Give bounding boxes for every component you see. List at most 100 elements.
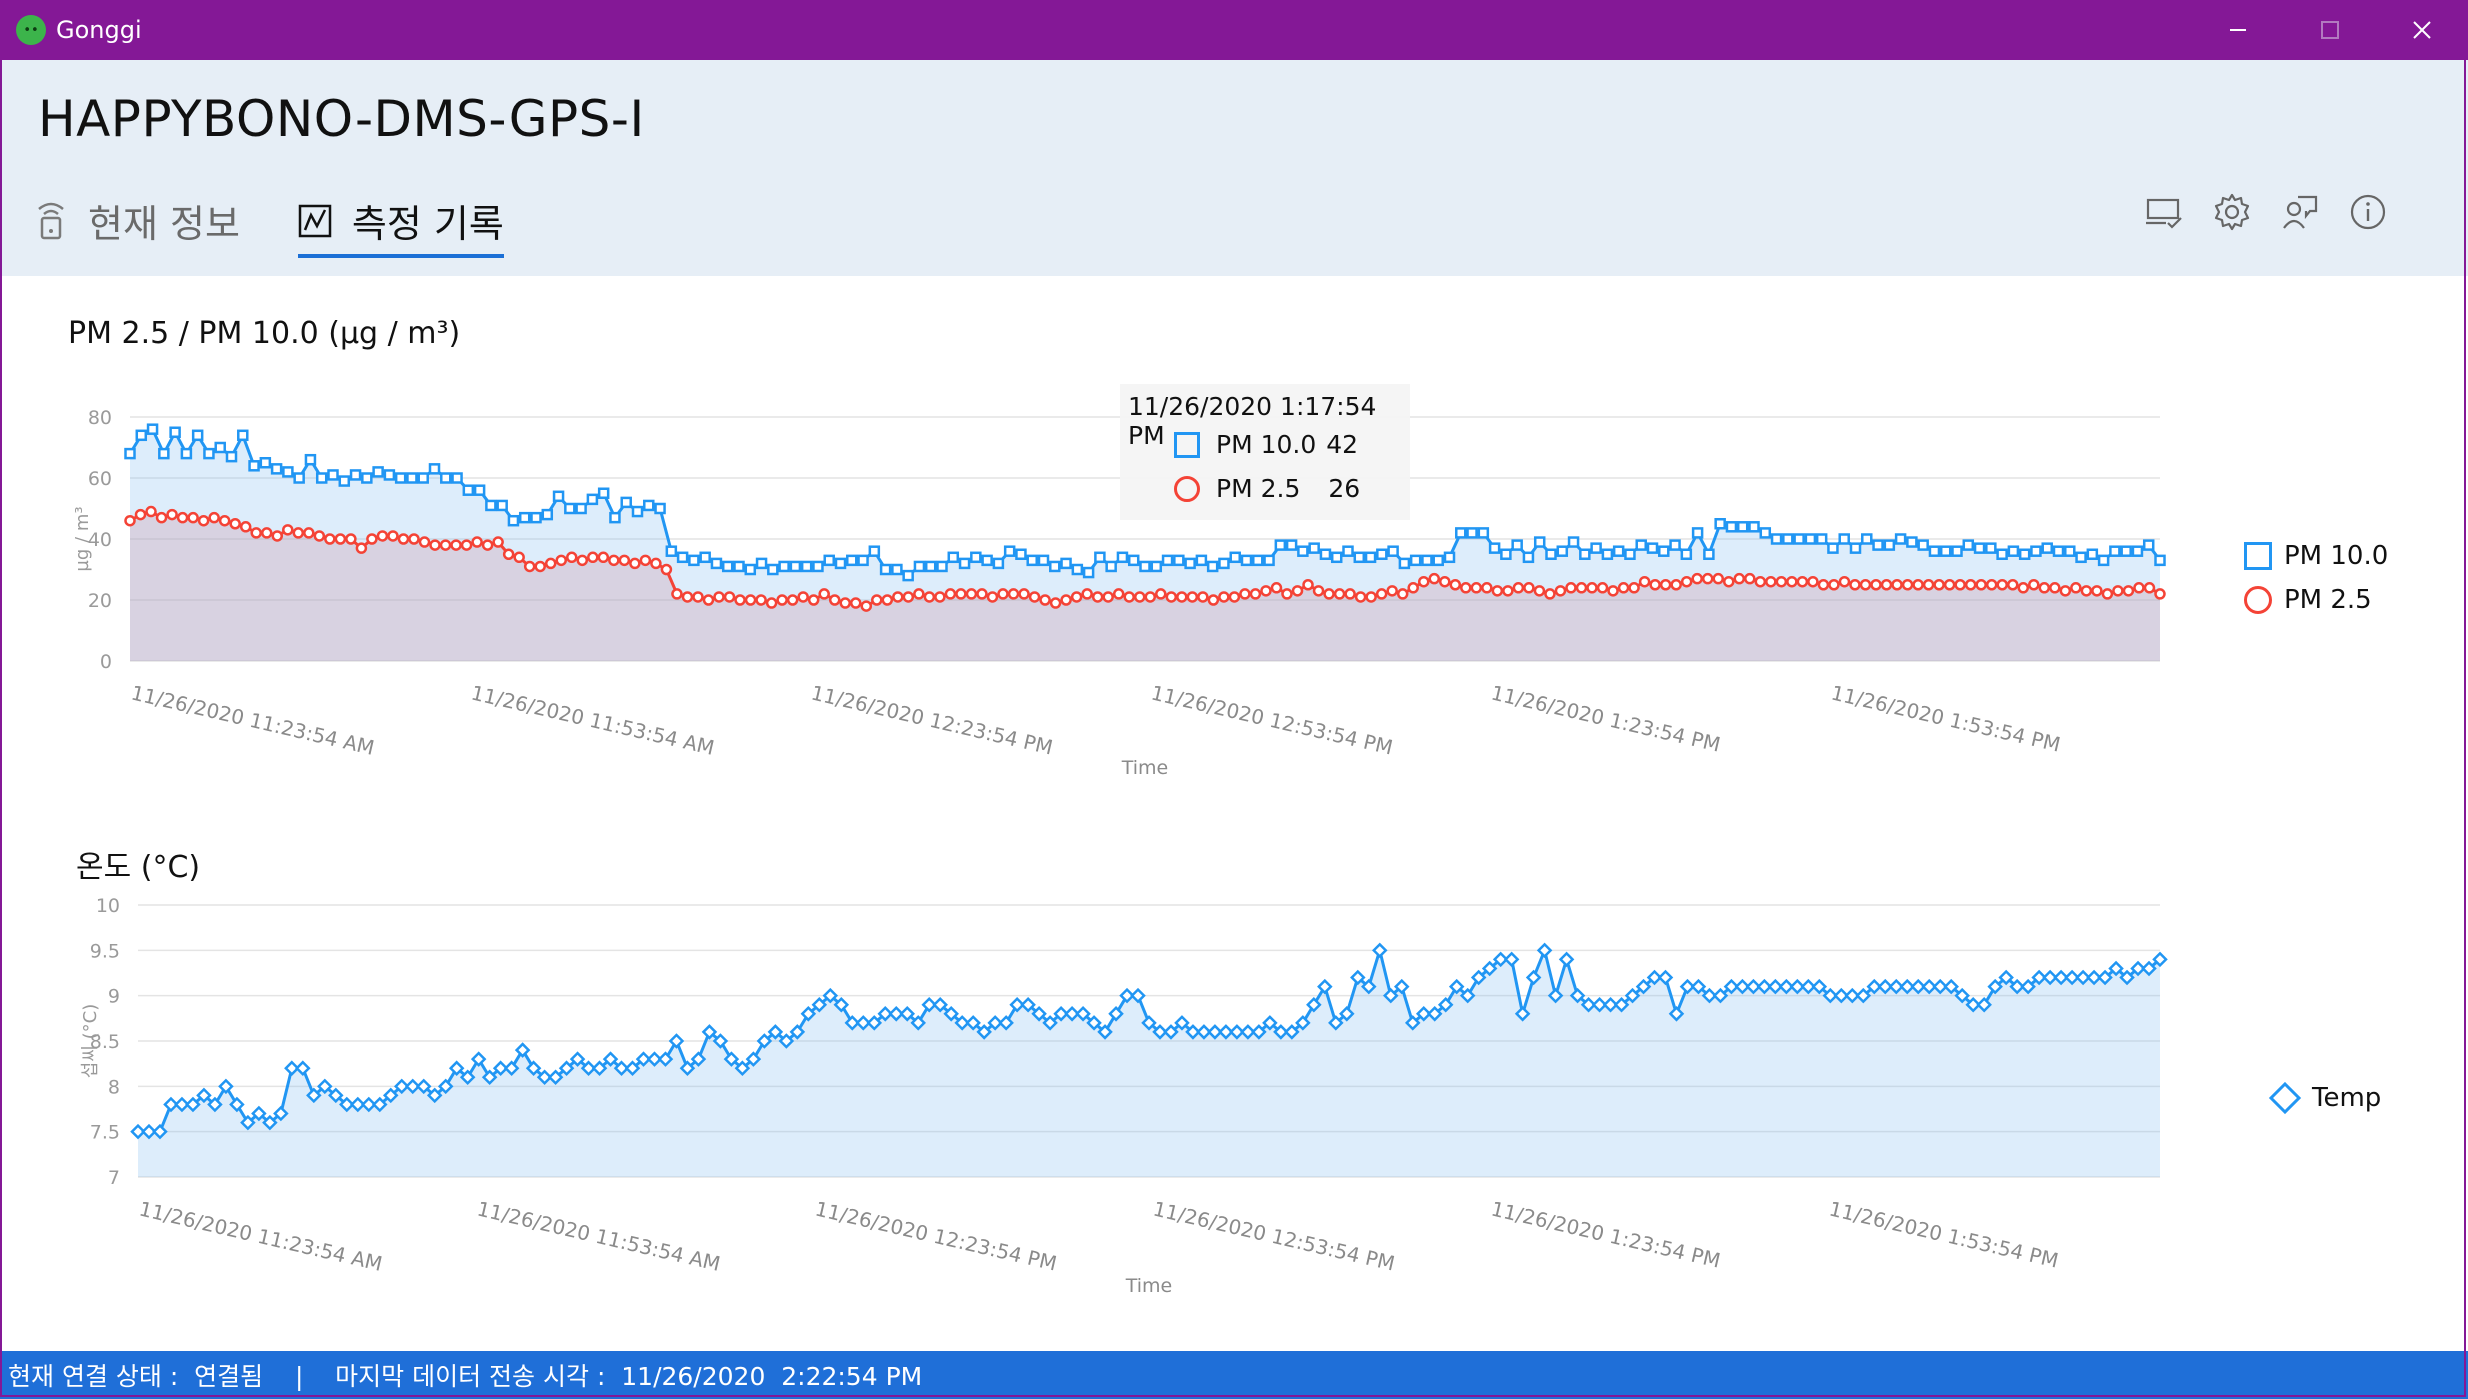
device-check-button[interactable] bbox=[2142, 190, 2186, 234]
data-point bbox=[349, 469, 362, 481]
data-point bbox=[1007, 588, 1020, 600]
data-point bbox=[1725, 521, 1738, 533]
data-point bbox=[303, 527, 315, 539]
data-point bbox=[2143, 582, 2156, 594]
y-tick-label: 7.5 bbox=[90, 1122, 120, 1144]
data-point bbox=[1291, 585, 1304, 597]
data-point bbox=[812, 560, 824, 573]
data-point bbox=[860, 600, 873, 612]
data-point bbox=[259, 457, 272, 469]
data-point bbox=[1649, 579, 1661, 591]
data-point bbox=[1951, 545, 1963, 557]
data-point bbox=[976, 588, 988, 600]
data-point bbox=[1460, 582, 1472, 594]
data-point bbox=[868, 545, 881, 557]
data-point bbox=[383, 469, 396, 481]
data-point bbox=[1701, 572, 1714, 585]
data-point bbox=[481, 539, 494, 551]
wifi-device-icon bbox=[38, 202, 64, 240]
device-check-icon bbox=[2146, 198, 2182, 229]
data-point bbox=[387, 530, 399, 542]
data-point bbox=[361, 472, 373, 484]
data-point bbox=[355, 542, 368, 554]
data-point bbox=[169, 426, 181, 438]
data-point bbox=[315, 472, 328, 484]
data-point bbox=[1037, 554, 1050, 567]
data-point bbox=[1308, 542, 1320, 554]
data-point bbox=[2007, 545, 2020, 557]
data-point bbox=[429, 539, 441, 551]
data-point bbox=[692, 591, 704, 603]
data-point bbox=[146, 423, 159, 435]
data-point bbox=[1263, 554, 1275, 567]
data-point bbox=[671, 588, 683, 600]
data-point bbox=[2080, 585, 2093, 597]
data-point bbox=[997, 588, 1009, 600]
tab-history[interactable]: 측정 기록 bbox=[297, 190, 504, 258]
legend-pm10[interactable]: PM 10.0 bbox=[2244, 541, 2388, 571]
data-point bbox=[2064, 545, 2076, 557]
data-point bbox=[1680, 548, 1693, 560]
data-point bbox=[778, 560, 790, 573]
data-point bbox=[1985, 579, 1998, 591]
legend-temp[interactable]: Temp bbox=[2268, 1081, 2381, 1115]
status-bar: 현재 연결 상태 : 연결됨 | 마지막 데이터 전송 시각 : 11/26/2… bbox=[0, 1351, 2468, 1399]
minimize-button[interactable] bbox=[2192, 0, 2284, 60]
data-point bbox=[1691, 572, 1703, 585]
data-point bbox=[1353, 551, 1366, 564]
data-point bbox=[1229, 551, 1241, 564]
tab-bar: 현재 정보 측정 기록 bbox=[34, 190, 562, 258]
data-point bbox=[334, 533, 347, 545]
data-point bbox=[1607, 585, 1619, 597]
data-point bbox=[428, 463, 441, 475]
data-point bbox=[282, 524, 294, 536]
data-point bbox=[1274, 539, 1287, 551]
data-point bbox=[417, 472, 429, 484]
data-point bbox=[248, 460, 260, 472]
data-point bbox=[1658, 545, 1670, 557]
data-point bbox=[1443, 551, 1456, 564]
y-tick-label: 20 bbox=[88, 590, 112, 612]
data-point bbox=[1554, 585, 1567, 597]
data-point bbox=[406, 472, 418, 484]
data-point bbox=[786, 594, 799, 606]
feedback-button[interactable] bbox=[2278, 190, 2322, 234]
y-axis-label: 섭씨 (°C) bbox=[80, 1004, 101, 1078]
data-point bbox=[902, 569, 914, 582]
data-point bbox=[2059, 585, 2072, 597]
data-point bbox=[1165, 591, 1178, 603]
data-point bbox=[1579, 548, 1591, 560]
data-point bbox=[1962, 539, 1975, 551]
close-button[interactable] bbox=[2376, 0, 2468, 60]
data-point bbox=[1386, 585, 1398, 597]
tab-current-info[interactable]: 현재 정보 bbox=[34, 190, 240, 250]
data-point bbox=[618, 554, 631, 567]
data-point bbox=[394, 472, 407, 484]
data-point bbox=[850, 597, 862, 609]
data-point bbox=[1195, 554, 1208, 567]
data-point bbox=[1240, 554, 1253, 567]
data-point bbox=[1003, 545, 1016, 557]
info-button[interactable] bbox=[2346, 190, 2390, 234]
data-point bbox=[702, 594, 715, 606]
data-point bbox=[1872, 539, 1884, 551]
data-point bbox=[2070, 582, 2082, 594]
data-point bbox=[440, 472, 452, 484]
temp-chart-title: 온도 (°C) bbox=[76, 850, 201, 885]
data-point bbox=[2006, 579, 2019, 591]
data-point bbox=[713, 591, 725, 603]
square-marker-icon bbox=[1174, 431, 1200, 458]
data-point bbox=[1439, 575, 1451, 588]
data-point bbox=[733, 560, 745, 573]
data-point bbox=[1428, 572, 1440, 585]
maximize-button[interactable] bbox=[2284, 0, 2376, 60]
settings-button[interactable] bbox=[2210, 190, 2254, 234]
x-tick-label: 11/26/2020 12:23:54 PM bbox=[809, 680, 1055, 759]
data-point bbox=[767, 563, 779, 576]
data-point bbox=[2133, 582, 2145, 594]
data-point bbox=[451, 472, 463, 484]
temp-chart[interactable]: 77.588.599.510섭씨 (°C)11/26/2020 11:23:54… bbox=[0, 890, 2468, 1310]
legend-pm25[interactable]: PM 2.5 bbox=[2244, 585, 2372, 615]
pm-chart-tooltip: 11/26/2020 1:17:54 PM PM 10.0 42 PM 2.5 … bbox=[1120, 384, 1410, 520]
x-tick-label: 11/26/2020 11:53:54 AM bbox=[475, 1196, 723, 1275]
